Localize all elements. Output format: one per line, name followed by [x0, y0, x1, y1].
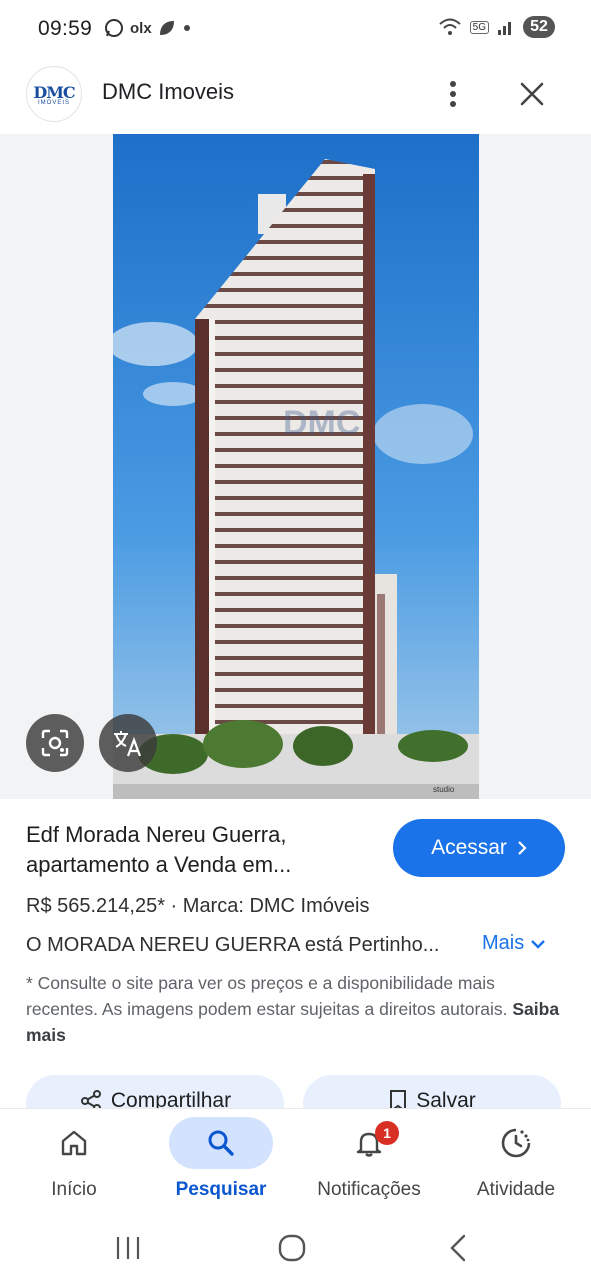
notification-badge: 1: [375, 1121, 399, 1145]
listing-title[interactable]: Edf Morada Nereu Guerra, apartamento a V…: [26, 820, 376, 880]
status-time: 09:59: [38, 17, 93, 40]
more-vert-icon: [450, 81, 456, 107]
site-name: DMC Imoveis: [102, 79, 235, 104]
bottom-navigation: Início Pesquisar 1 Notificações Atividad…: [0, 1108, 591, 1217]
nav-label: Início: [51, 1179, 97, 1200]
description-snippet: O MORADA NEREU GUERRA está Pertinho...: [26, 934, 440, 956]
system-status: 5G 52: [438, 16, 555, 38]
lens-search-button[interactable]: [26, 714, 84, 772]
search-icon: [208, 1130, 234, 1156]
nav-label: Pesquisar: [175, 1179, 267, 1200]
signal-icon: [498, 22, 511, 35]
chevron-down-icon: [531, 939, 546, 949]
recents-icon: [116, 1237, 140, 1259]
building-image[interactable]: DMC studio: [113, 134, 479, 799]
translate-icon: [114, 731, 142, 757]
access-button[interactable]: Acessar: [393, 819, 565, 877]
home-circle-icon: [278, 1234, 306, 1262]
notification-icons: olx: [104, 18, 192, 38]
close-icon: [520, 82, 544, 106]
watermark-text: DMC: [283, 404, 360, 442]
building-illustration: DMC studio: [113, 134, 479, 799]
network-type: 5G: [469, 20, 489, 34]
chevron-right-icon: [518, 841, 527, 855]
dot-icon: [183, 25, 190, 31]
nav-label: Notificações: [317, 1179, 421, 1200]
disclaimer: * Consulte o site para ver os preços e a…: [26, 973, 560, 1045]
site-logo: DMC IMOVEIS: [26, 66, 82, 122]
lens-icon: [41, 729, 69, 757]
access-label: Acessar: [431, 836, 507, 859]
olx-icon: olx: [130, 19, 152, 37]
nav-notifications[interactable]: 1 Notificações: [299, 1109, 439, 1217]
nav-activity[interactable]: Atividade: [446, 1109, 586, 1217]
status-bar: 09:59 olx 5G 52: [0, 0, 591, 58]
image-viewer: DMC studio: [0, 134, 591, 799]
wifi-icon: [438, 18, 461, 35]
nav-label: Atividade: [476, 1179, 556, 1200]
battery-level: 52: [523, 16, 555, 38]
leaf-icon: [159, 21, 174, 35]
translate-button[interactable]: [99, 714, 157, 772]
system-navigation-bar: [0, 1216, 591, 1280]
nav-search[interactable]: Pesquisar: [151, 1109, 291, 1217]
price-brand-line: R$ 565.214,25* · Marca: DMC Imóveis: [26, 895, 370, 917]
more-options-button[interactable]: [436, 74, 470, 114]
more-link[interactable]: Mais: [482, 932, 546, 955]
recent-apps-button[interactable]: [98, 1228, 158, 1268]
close-button[interactable]: [512, 74, 552, 114]
image-credit: studio: [433, 785, 455, 794]
back-button[interactable]: [428, 1228, 488, 1268]
nav-home[interactable]: Início: [4, 1109, 144, 1217]
home-system-button[interactable]: [262, 1228, 322, 1268]
whatsapp-icon: [105, 19, 123, 37]
home-icon: [61, 1130, 87, 1156]
activity-icon: [501, 1128, 531, 1158]
app-header: DMC IMOVEIS DMC Imoveis: [0, 60, 591, 126]
back-icon: [450, 1234, 466, 1262]
